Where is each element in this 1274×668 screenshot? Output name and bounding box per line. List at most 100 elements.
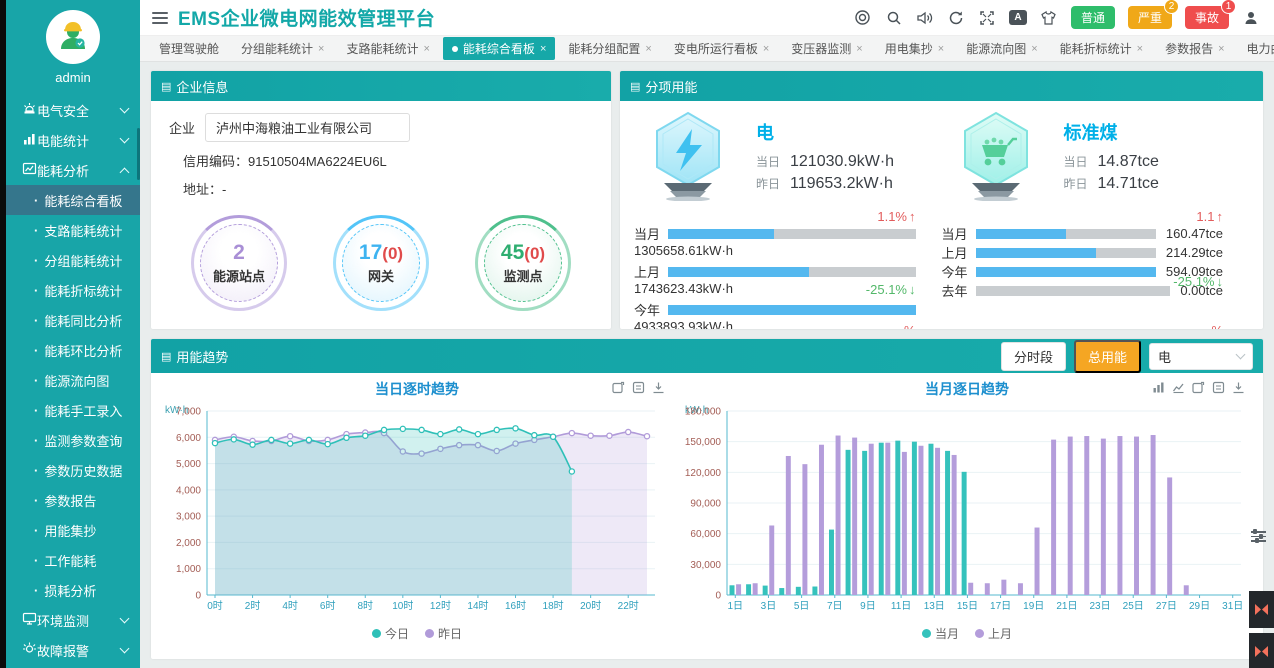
collapse-arrows-button[interactable]	[1249, 591, 1274, 628]
target-icon[interactable]	[854, 9, 872, 27]
sidebar-item-能耗综合看板[interactable]: 能耗综合看板	[6, 185, 140, 215]
tab-能耗分组配置[interactable]: 能耗分组配置	[559, 37, 660, 60]
hamburger-icon[interactable]	[152, 9, 168, 27]
dataview-icon[interactable]	[1212, 381, 1225, 397]
panel-icon: ▤	[161, 80, 171, 93]
sidebar-item-参数报告[interactable]: 参数报告	[6, 485, 140, 515]
bar-chart-icon[interactable]	[1152, 381, 1165, 397]
tab-分组能耗统计[interactable]: 分组能耗统计	[232, 37, 333, 60]
sidebar-item-能耗折标统计[interactable]: 能耗折标统计	[6, 275, 140, 305]
svg-text:19日: 19日	[1023, 601, 1044, 612]
tab-label: 变压器监测	[791, 40, 851, 57]
sidebar-item-能耗同比分析[interactable]: 能耗同比分析	[6, 305, 140, 335]
legend-item-上月[interactable]: 上月	[975, 625, 1012, 642]
legend-item-今日[interactable]: 今日	[372, 625, 409, 642]
tab-管理驾驶舱[interactable]: 管理驾驶舱	[150, 37, 228, 60]
close-icon[interactable]	[1031, 43, 1037, 55]
download-icon[interactable]	[652, 381, 665, 397]
energy-name: 电	[756, 119, 894, 145]
shirt-icon[interactable]	[1040, 9, 1058, 27]
enterprise-panel-title: 企业信息	[176, 77, 228, 96]
sidebar-item-用能集抄[interactable]: 用能集抄	[6, 515, 140, 545]
chart-title-row: 当日逐时趋势	[157, 377, 677, 401]
sidebar-group-电气安全[interactable]: 电气安全	[6, 95, 140, 125]
search-icon[interactable]	[885, 9, 903, 27]
energy-row-value: 4933893.93kW·h	[634, 319, 916, 329]
sidebar-item-分组能耗统计[interactable]: 分组能耗统计	[6, 245, 140, 275]
company-input[interactable]: 泸州中海粮油工业有限公司	[205, 113, 410, 142]
sidebar-item-参数历史数据[interactable]: 参数历史数据	[6, 455, 140, 485]
tab-变电所运行看板[interactable]: 变电所运行看板	[665, 37, 778, 60]
legend-dot	[372, 629, 381, 638]
topbar-actions: A 普通严重2 事故1	[854, 6, 1274, 29]
font-size-icon[interactable]: A	[1009, 10, 1027, 25]
collapse-arrows-button[interactable]	[1249, 633, 1274, 668]
sidebar-item-支路能耗统计[interactable]: 支路能耗统计	[6, 215, 140, 245]
trend-panel-title: 用能趋势	[176, 347, 228, 366]
energy-row-bar	[976, 286, 1171, 296]
close-icon[interactable]	[645, 43, 651, 55]
close-icon[interactable]	[423, 43, 429, 55]
alarm-pill-0[interactable]: 普通	[1071, 6, 1115, 29]
restore-icon[interactable]	[1192, 381, 1205, 397]
sidebar-item-能源流向图[interactable]: 能源流向图	[6, 365, 140, 395]
legend-item-当月[interactable]: 当月	[922, 625, 959, 642]
svg-text:13日: 13日	[924, 601, 945, 612]
refresh-icon[interactable]	[947, 9, 965, 27]
user-icon[interactable]	[1242, 9, 1260, 27]
close-icon[interactable]	[1137, 43, 1143, 55]
period-button[interactable]: 分时段	[1001, 342, 1066, 371]
tab-用电集抄[interactable]: 用电集抄	[876, 37, 953, 60]
close-icon[interactable]	[1218, 43, 1224, 55]
download-icon[interactable]	[1232, 381, 1245, 397]
tab-变压器监测[interactable]: 变压器监测	[782, 37, 871, 60]
line-chart-icon[interactable]	[1172, 381, 1185, 397]
avatar-wrap: admin	[6, 0, 140, 85]
energy-row-bar	[976, 229, 1156, 239]
breakdown-panel-header: ▤ 分项用能	[620, 71, 1263, 101]
tab-能耗综合看板[interactable]: 能耗综合看板	[443, 37, 555, 60]
tab-能源流向图[interactable]: 能源流向图	[957, 37, 1046, 60]
fullscreen-icon[interactable]	[978, 9, 996, 27]
tab-支路能耗统计[interactable]: 支路能耗统计	[337, 37, 438, 60]
restore-icon[interactable]	[612, 381, 625, 397]
stat-label: 能源站点	[213, 266, 265, 285]
svg-text:22时: 22时	[618, 600, 639, 612]
sidebar-item-监测参数查询[interactable]: 监测参数查询	[6, 425, 140, 455]
close-icon[interactable]	[763, 43, 769, 55]
close-icon[interactable]	[540, 43, 546, 55]
svg-text:5日: 5日	[794, 601, 810, 612]
sidebar-group-环境监测[interactable]: 环境监测	[6, 605, 140, 635]
close-icon[interactable]	[318, 43, 324, 55]
energy-row-bar	[976, 267, 1156, 277]
bar-stats-icon	[22, 131, 37, 149]
alarm-pill-2[interactable]: 事故1	[1185, 6, 1229, 29]
sidebar-item-能耗手工录入[interactable]: 能耗手工录入	[6, 395, 140, 425]
total-energy-button[interactable]: 总用能	[1074, 340, 1141, 373]
close-icon[interactable]	[856, 43, 862, 55]
enterprise-panel: ▤ 企业信息 企业 泸州中海粮油工业有限公司 信用编码：91510504MA62…	[151, 71, 611, 329]
dataview-icon[interactable]	[632, 381, 645, 397]
sidebar-item-能耗环比分析[interactable]: 能耗环比分析	[6, 335, 140, 365]
tab-参数报告[interactable]: 参数报告	[1156, 37, 1233, 60]
chevron-down-icon	[1236, 350, 1246, 360]
sidebar-item-label: 能源流向图	[44, 371, 109, 390]
sidebar-item-损耗分析[interactable]: 损耗分析	[6, 575, 140, 605]
energy-kv-label: 昨日	[1064, 175, 1098, 192]
filter-handle-icon[interactable]	[1251, 528, 1266, 545]
sidebar-item-label: 能耗综合看板	[44, 191, 122, 210]
tab-电力曲线记录[interactable]: 电力曲线记录	[1238, 37, 1274, 60]
sidebar-group-故障报警[interactable]: 故障报警	[6, 635, 140, 665]
avatar[interactable]	[46, 10, 100, 64]
sidebar-group-电能统计[interactable]: 电能统计	[6, 125, 140, 155]
legend-item-昨日[interactable]: 昨日	[425, 625, 462, 642]
alarm-pill-1[interactable]: 严重2	[1128, 6, 1172, 29]
alarm-count-badge: 1	[1221, 0, 1236, 14]
sidebar-group-能耗分析[interactable]: 能耗分析	[6, 155, 140, 185]
volume-icon[interactable]	[916, 9, 934, 27]
close-icon[interactable]	[938, 43, 944, 55]
tab-能耗折标统计[interactable]: 能耗折标统计	[1051, 37, 1152, 60]
energy-type-select[interactable]: 电	[1149, 343, 1253, 370]
stat-circle-ring: 2能源站点	[191, 215, 287, 311]
sidebar-item-工作能耗[interactable]: 工作能耗	[6, 545, 140, 575]
